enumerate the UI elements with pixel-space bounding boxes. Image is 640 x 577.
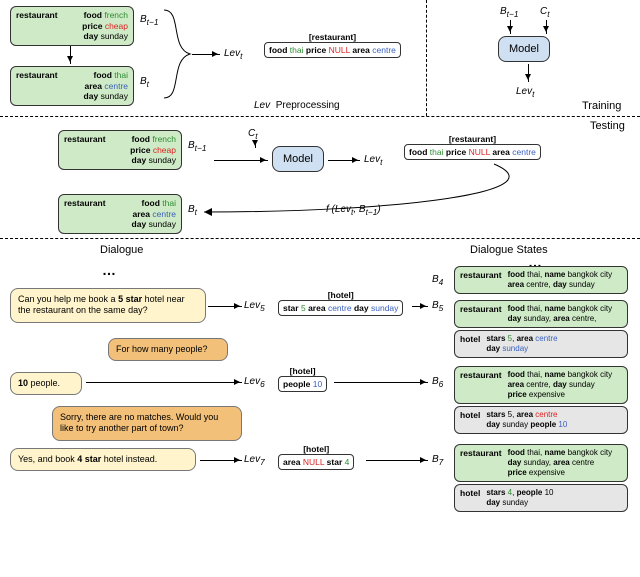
figure-root: restaurant food french price cheap day s…: [0, 0, 640, 577]
lev5-box: [hotel] star 5 area centre day sunday: [278, 290, 403, 316]
domain-label: restaurant: [16, 70, 58, 81]
testing-state-curr: restaurant food thai area centre day sun…: [58, 194, 182, 234]
arrow-down-icon: [546, 20, 547, 34]
domain-label: restaurant: [16, 10, 58, 21]
horizontal-divider: [0, 116, 640, 117]
testing-b-curr-label: Bt: [188, 204, 197, 217]
lev-output-testing: [restaurant] food thai price NULL area c…: [404, 134, 541, 160]
user-turn-3: Yes, and book 4 star hotel instead.: [10, 448, 196, 471]
training-in-b: Bt−1: [500, 6, 518, 19]
arrow-down-icon: [510, 20, 511, 34]
b-curr-label: Bt: [140, 76, 149, 89]
b7-label: B7: [432, 454, 443, 467]
lev-output-preproc: [restaurant] food thai price NULL area c…: [264, 32, 401, 58]
b6-rest: restaurant food thai, name bangkok citya…: [454, 366, 628, 404]
b6-hotel: hotel stars 5, area centreday sunday peo…: [454, 406, 628, 434]
b5-label: B5: [432, 300, 443, 313]
lev-symbol: Levt: [224, 48, 242, 61]
ellipsis-icon: …: [102, 262, 118, 278]
b5-hotel: hotel stars 5, area centreday sunday: [454, 330, 628, 358]
lev6-sym: Lev6: [244, 376, 265, 389]
training-out-lev: Levt: [516, 86, 534, 99]
horizontal-divider: [0, 238, 640, 239]
arrow-right-icon: [334, 382, 428, 383]
user-turn-2: 10 people.: [10, 372, 82, 395]
curve-arrow-icon: [200, 160, 580, 220]
preproc-caption: Lev Preprocessing: [254, 100, 340, 111]
b-prev-label: Bt−1: [140, 14, 158, 27]
user-turn-1: Can you help me book a 5 star hotel near…: [10, 288, 206, 323]
arrow-right-icon: [208, 306, 242, 307]
testing-caption: Testing: [590, 120, 625, 132]
system-turn-2: Sorry, there are no matches. Would you l…: [52, 406, 242, 441]
vertical-divider: [426, 0, 427, 116]
preproc-state-prev: restaurant food french price cheap day s…: [10, 6, 134, 46]
arrow-right-icon: [412, 306, 428, 307]
lev6-box: [hotel] people 10: [278, 366, 327, 392]
testing-b-prev-label: Bt−1: [188, 140, 206, 153]
arrow-right-icon: [366, 460, 428, 461]
lev5-sym: Lev5: [244, 300, 265, 313]
lev7-box: [hotel] area NULL star 4: [278, 444, 354, 470]
b7-hotel: hotel stars 4, people 10day sunday: [454, 484, 628, 512]
training-in-c: Ct: [540, 6, 550, 19]
arrow-right-icon: [86, 382, 242, 383]
arrow-right-icon: [200, 460, 242, 461]
b4-label: B4: [432, 274, 443, 287]
system-turn-1: For how many people?: [108, 338, 228, 361]
dialogue-left-label: Dialogue: [100, 244, 143, 256]
testing-state-prev: restaurant food french price cheap day s…: [58, 130, 182, 170]
arrow-down-icon: [255, 140, 256, 148]
b6-label: B6: [432, 376, 443, 389]
arrow-down-icon: [70, 46, 71, 64]
testing-fn-label: f (Levt, Bt−1): [326, 204, 381, 217]
training-caption: Training: [582, 100, 621, 112]
b7-rest: restaurant food thai, name bangkok cityd…: [454, 444, 628, 482]
arrow-down-icon: [528, 64, 529, 82]
arrow-right-icon: [192, 54, 220, 55]
b5-rest: restaurant food thai, name bangkok cityd…: [454, 300, 628, 328]
lev7-sym: Lev7: [244, 454, 265, 467]
preproc-state-curr: restaurant food thai area centre day sun…: [10, 66, 134, 106]
b4-rest: restaurant food thai, name bangkok citya…: [454, 266, 628, 294]
model-box-training: Model: [498, 36, 550, 62]
